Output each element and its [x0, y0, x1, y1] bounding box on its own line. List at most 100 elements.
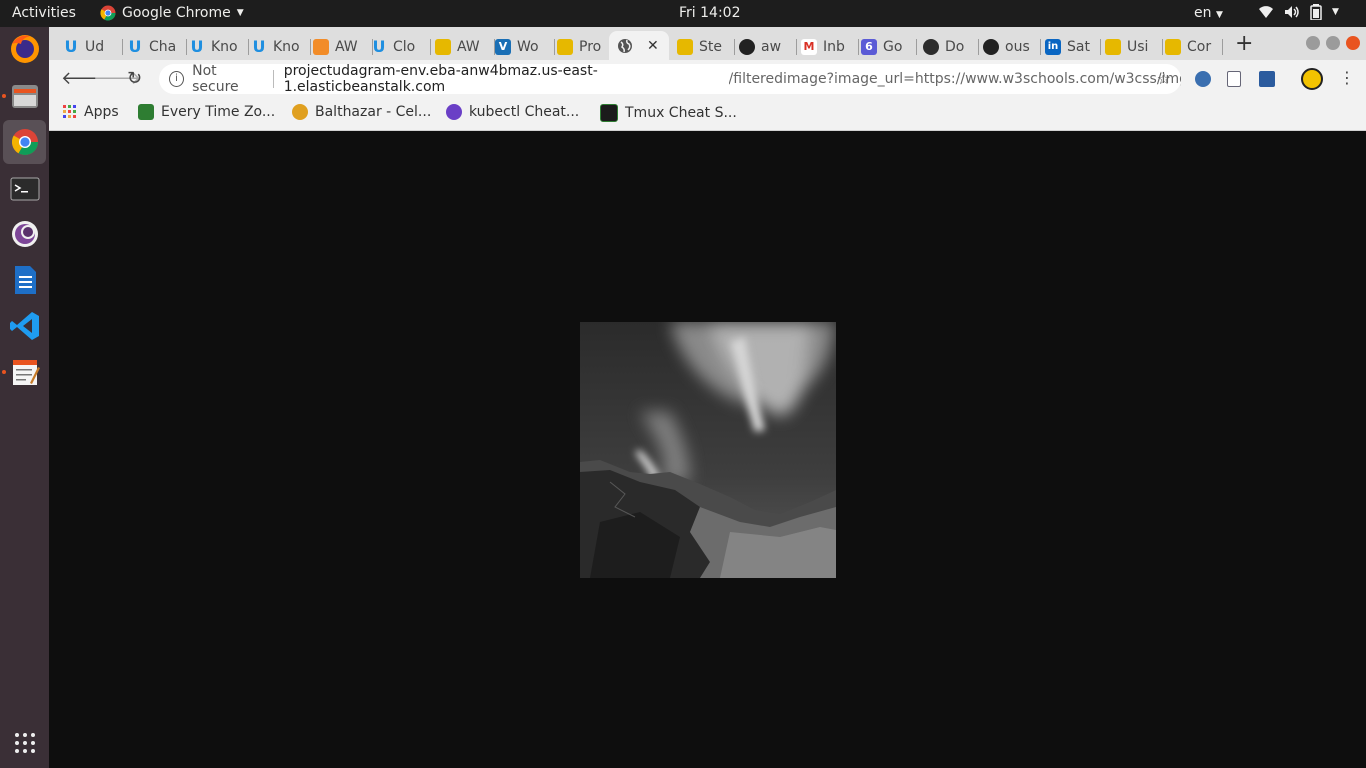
aurora-image — [580, 322, 836, 578]
files-icon[interactable] — [8, 79, 42, 113]
bookmark-item[interactable]: Every Time Zo... — [138, 104, 275, 120]
tab-title: Sat — [1067, 38, 1090, 55]
calendar-icon: 6 — [861, 38, 877, 55]
bookmark-label: kubectl Cheat... — [469, 104, 580, 120]
tab[interactable]: M Inb — [801, 33, 859, 60]
aws-icon — [313, 38, 329, 55]
info-icon[interactable]: i — [169, 71, 185, 87]
wifi-icon — [1259, 6, 1273, 18]
clock-icon — [138, 104, 154, 120]
url-path: /filteredimage?image_url=https://www.w3s… — [728, 71, 1181, 87]
tab[interactable]: Do — [923, 33, 979, 60]
aws-cube-icon — [435, 38, 451, 55]
extension-icon[interactable] — [1259, 71, 1275, 87]
tor-browser-icon[interactable] — [8, 217, 42, 251]
grid-icon[interactable] — [8, 726, 42, 760]
chrome-icon[interactable] — [3, 120, 46, 164]
github-icon — [983, 38, 999, 55]
bookmark-item[interactable]: Tmux Cheat S... — [600, 104, 737, 122]
tab[interactable]: U Kno — [251, 33, 311, 60]
tab[interactable]: Cor — [1165, 33, 1223, 60]
tab[interactable]: 6 Go — [861, 33, 917, 60]
reload-button[interactable]: ↻ — [127, 68, 142, 89]
tab[interactable]: AW — [313, 33, 373, 60]
minimize-button[interactable] — [1306, 36, 1320, 50]
bookmark-label: Tmux Cheat S... — [625, 105, 737, 121]
tab-title: Inb — [823, 38, 845, 55]
tab-title: Cha — [149, 38, 177, 55]
chevron-down-icon: ▼ — [1215, 10, 1223, 20]
libreoffice-writer-icon[interactable] — [8, 263, 42, 297]
tab-title: ous — [1005, 38, 1030, 55]
avatar[interactable] — [1301, 68, 1323, 90]
tab-title: Ud — [85, 38, 105, 55]
tab-title: Pro — [579, 38, 602, 55]
firefox-icon[interactable] — [8, 32, 42, 66]
vscode-icon[interactable] — [8, 309, 42, 343]
github-icon — [739, 38, 755, 55]
system-menu[interactable]: ▼ — [1258, 4, 1339, 20]
new-tab-button[interactable]: + — [1235, 33, 1253, 55]
tab-title: Usi — [1127, 38, 1149, 55]
tab[interactable]: U Cha — [127, 33, 187, 60]
language-indicator[interactable]: en ▼ — [1194, 5, 1223, 21]
udacity-icon: U — [252, 37, 266, 56]
tab[interactable]: Pro — [557, 33, 609, 60]
text-editor-icon[interactable] — [8, 355, 42, 389]
celery-icon — [292, 104, 308, 120]
tab-title: Do — [945, 38, 965, 55]
clock[interactable]: Fri 14:02 — [679, 5, 740, 21]
tab[interactable]: in Sat — [1045, 33, 1101, 60]
aws-cube-icon — [677, 38, 693, 55]
bookmark-label: Every Time Zo... — [161, 104, 276, 120]
tab-title: Kno — [211, 38, 238, 55]
browser-toolbar: 🡐 🡒 ↻ i Not secure projectudagram-env.eb… — [49, 60, 1366, 98]
clipboard-extension-icon[interactable] — [1227, 71, 1241, 87]
vimeo-icon: V — [495, 38, 511, 55]
close-window-button[interactable] — [1346, 36, 1360, 50]
tab-active[interactable]: ✕ — [609, 31, 669, 60]
gmail-icon: M — [801, 38, 817, 55]
tab[interactable]: U Ud — [63, 33, 123, 60]
tmux-icon — [600, 104, 618, 122]
activities-button[interactable]: Activities — [12, 5, 76, 21]
tab-title: Kno — [273, 38, 300, 55]
chrome-icon — [100, 5, 116, 21]
volume-icon — [1285, 6, 1299, 18]
address-bar[interactable]: i Not secure projectudagram-env.eba-anw4… — [159, 63, 1181, 95]
tab[interactable]: aw — [739, 33, 797, 60]
extension-icon[interactable] — [1195, 71, 1211, 87]
tab-title: Go — [883, 38, 903, 55]
close-icon[interactable]: ✕ — [647, 38, 659, 54]
udacity-icon: U — [64, 37, 78, 56]
bookmarks-bar: Apps Every Time Zo... Balthazar - Cel...… — [49, 98, 1366, 131]
bookmark-star-icon[interactable]: ☆ — [1157, 69, 1171, 88]
page-viewport — [49, 131, 1366, 768]
apps-grid-icon — [63, 105, 76, 118]
tab[interactable]: U Kno — [189, 33, 249, 60]
language-label: en — [1194, 5, 1212, 21]
bookmark-apps[interactable]: Apps — [63, 104, 119, 120]
bookmark-label: Balthazar - Cel... — [315, 104, 432, 120]
tab-title: AW — [457, 38, 480, 55]
tab[interactable]: V Wo — [495, 33, 555, 60]
tab[interactable]: Ste — [677, 33, 735, 60]
battery-icon — [1310, 4, 1322, 20]
gnome-top-bar: Activities Google Chrome ▼ Fri 14:02 en … — [0, 0, 1366, 27]
maximize-button[interactable] — [1326, 36, 1340, 50]
linkedin-icon: in — [1045, 38, 1061, 55]
terminal-icon[interactable] — [8, 172, 42, 206]
app-menu[interactable]: Google Chrome ▼ — [100, 5, 244, 21]
ubuntu-dock — [0, 27, 49, 768]
tab[interactable]: ous — [983, 33, 1041, 60]
tab[interactable]: Usi — [1105, 33, 1163, 60]
bookmark-item[interactable]: kubectl Cheat... — [446, 104, 579, 120]
tab[interactable]: U Clo — [371, 33, 431, 60]
tab[interactable]: AW — [435, 33, 495, 60]
more-menu-icon[interactable]: ⋮ — [1339, 68, 1355, 87]
bookmark-item[interactable]: Balthazar - Cel... — [292, 104, 431, 120]
aws-cube-icon — [557, 38, 573, 55]
tab-title: Wo — [517, 38, 539, 55]
tab-title: Clo — [393, 38, 416, 55]
running-indicator — [2, 94, 6, 98]
